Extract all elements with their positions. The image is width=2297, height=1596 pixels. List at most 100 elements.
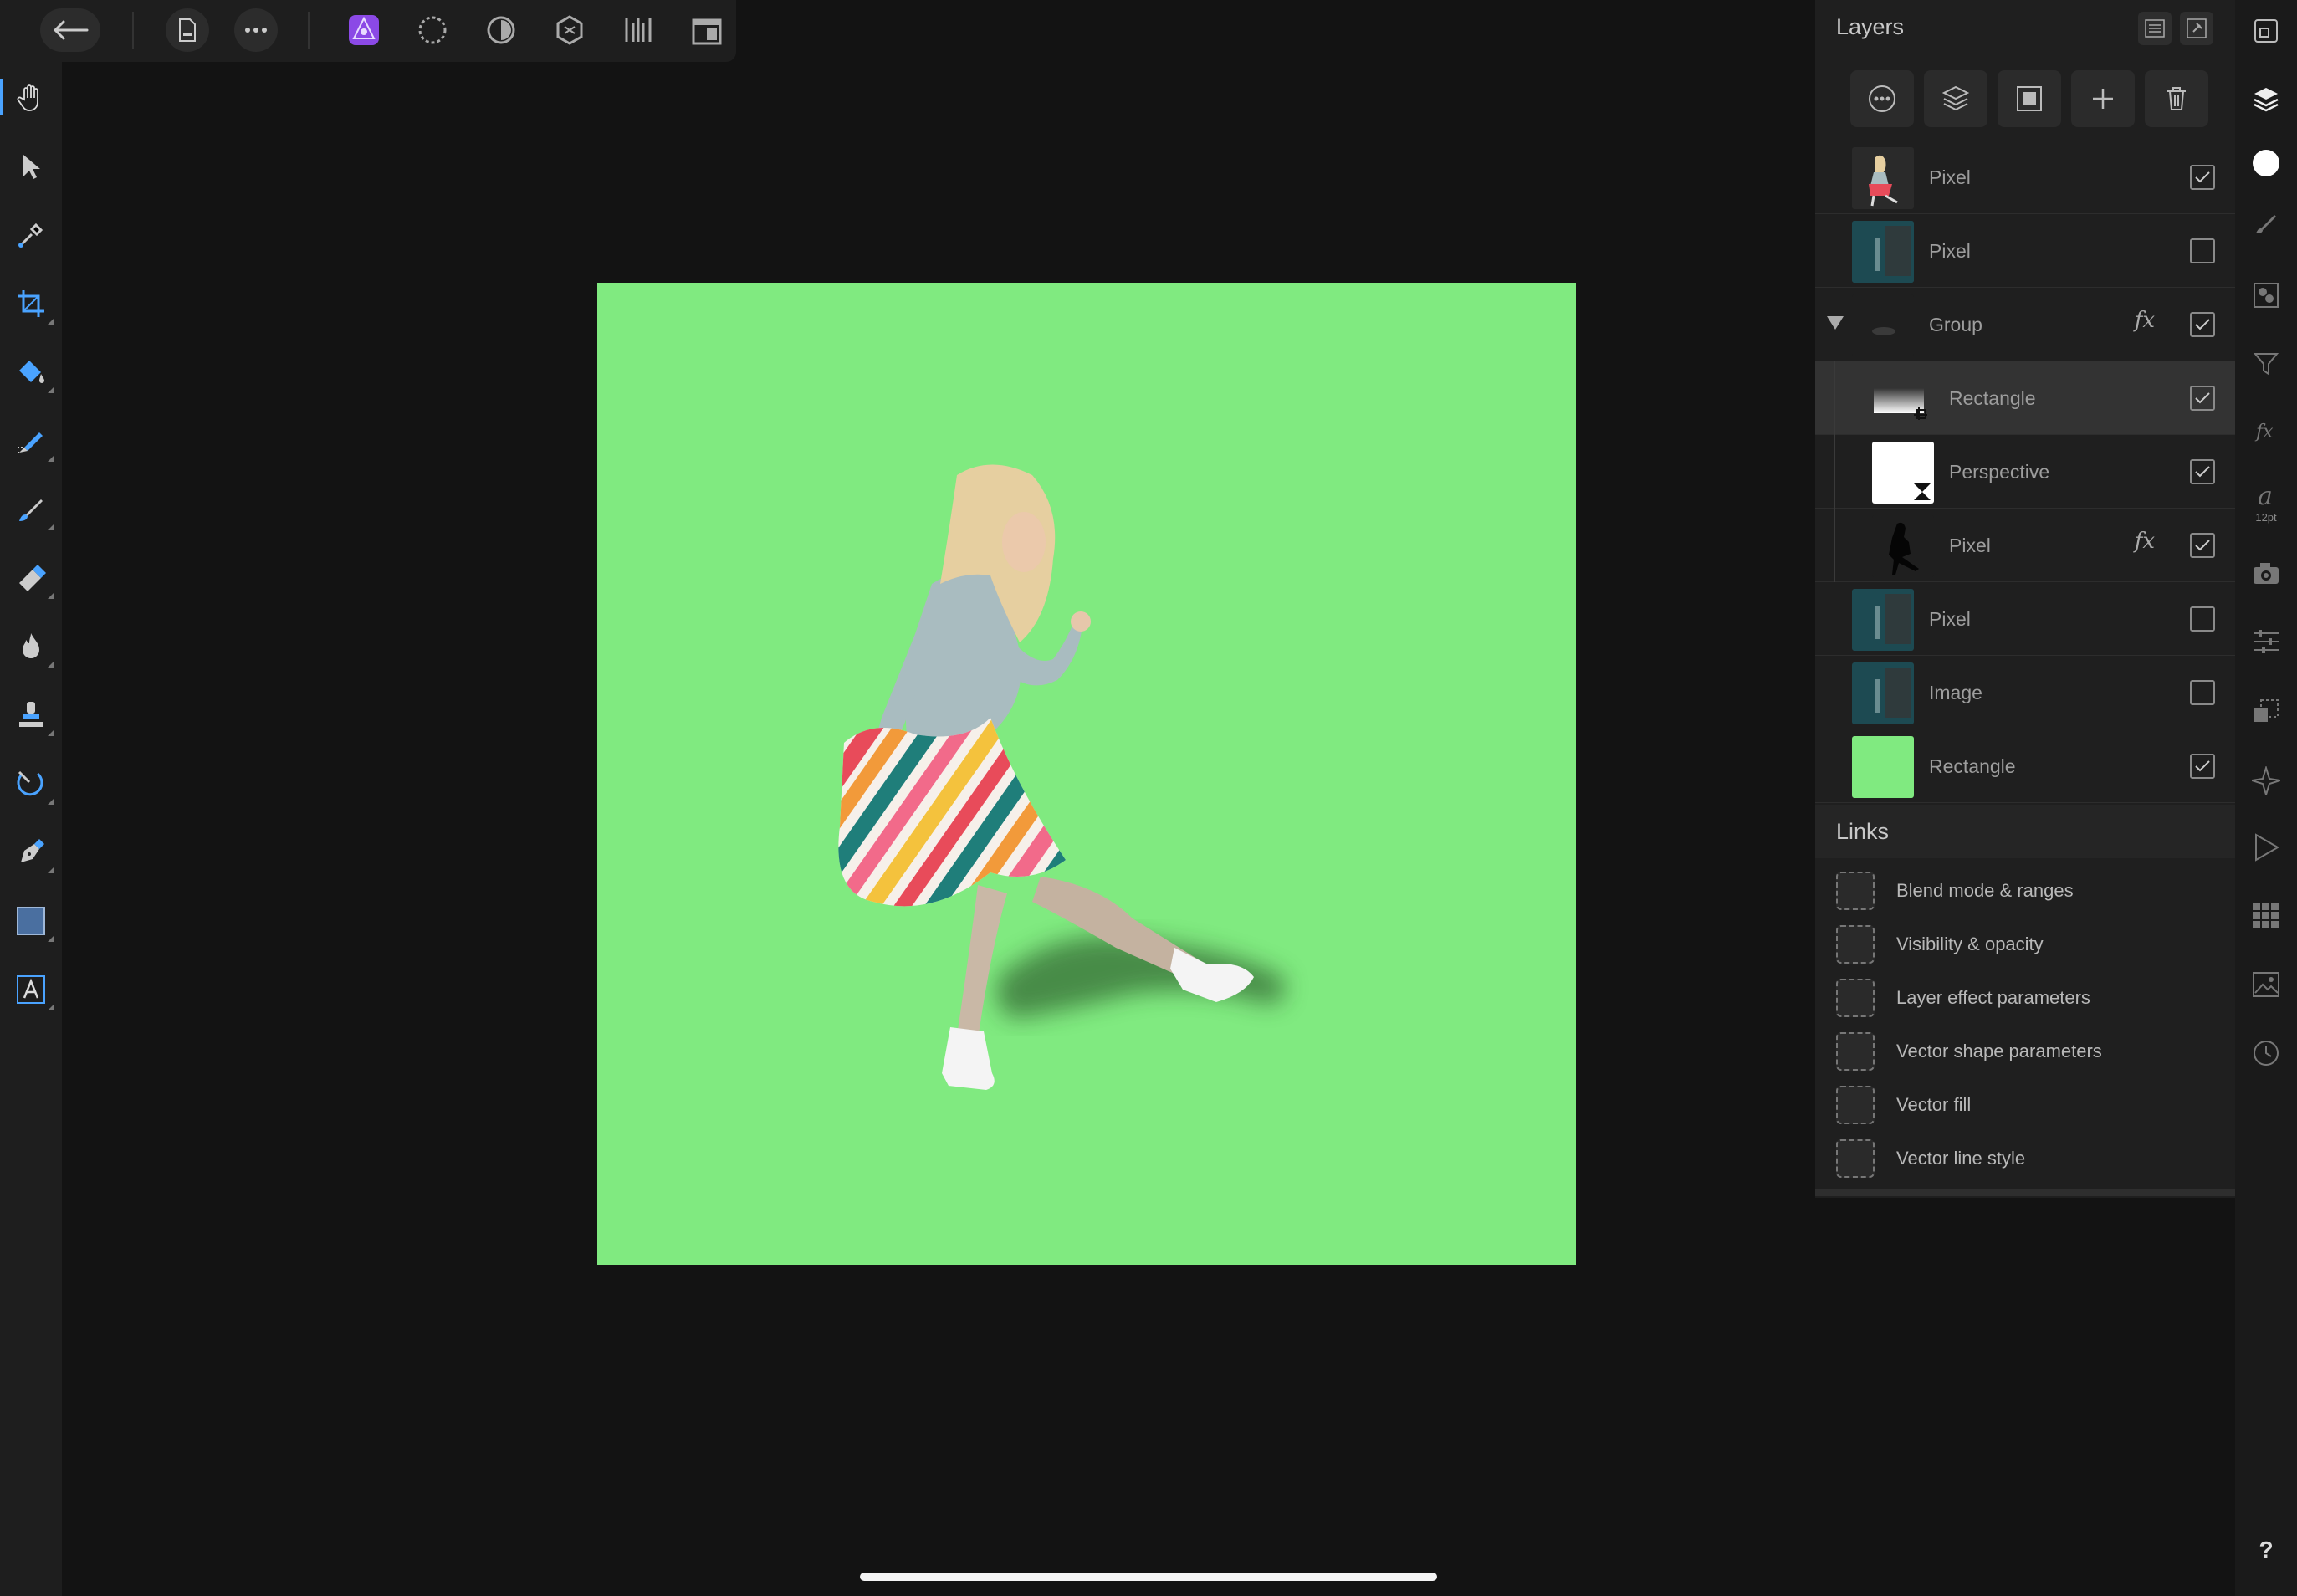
document-button[interactable] <box>166 8 209 52</box>
perspective-filter-icon <box>1914 483 1931 500</box>
layer-visibility-checkbox[interactable] <box>2190 754 2215 779</box>
view-options-button[interactable] <box>686 8 728 52</box>
link-toggle[interactable] <box>1836 925 1875 964</box>
layer-options-button[interactable] <box>1850 70 1914 127</box>
layer-visibility-checkbox[interactable] <box>2190 606 2215 632</box>
snapshots-studio-button[interactable] <box>2245 552 2287 594</box>
layer-visibility-checkbox[interactable] <box>2190 238 2215 263</box>
liquify-persona-button[interactable] <box>412 8 453 52</box>
channels-studio-button[interactable] <box>2245 274 2287 316</box>
stock-studio-button[interactable] <box>2245 964 2287 1005</box>
crop-tool[interactable] <box>10 283 54 325</box>
fx-icon[interactable]: fx <box>2135 308 2155 333</box>
swatches-studio-button[interactable] <box>2245 895 2287 937</box>
funnel-icon <box>2253 353 2279 376</box>
link-layer-effects[interactable]: Layer effect parameters <box>1836 978 2090 1018</box>
layer-name: Image <box>1929 682 1982 703</box>
layer-visibility-checkbox[interactable] <box>2190 312 2215 337</box>
layer-stack-button[interactable] <box>1924 70 1987 127</box>
tone-mapping-persona-button[interactable] <box>549 8 591 52</box>
clone-brush-tool[interactable] <box>10 694 54 736</box>
hand-tool[interactable] <box>10 77 52 119</box>
delete-layer-button[interactable] <box>2145 70 2208 127</box>
color-studio-button[interactable] <box>2245 142 2287 184</box>
rectangle-tool[interactable] <box>10 900 54 942</box>
layer-thumbnail <box>1872 368 1934 430</box>
link-toggle[interactable] <box>1836 872 1875 910</box>
adjustments-studio-button[interactable] <box>2245 621 2287 662</box>
selection-brush-tool[interactable] <box>10 420 54 462</box>
layer-name: Pixel <box>1929 166 1971 188</box>
layer-row[interactable]: Pixel <box>1815 214 2235 288</box>
back-button[interactable] <box>40 8 100 52</box>
photo-persona-button[interactable] <box>343 8 385 52</box>
mask-layer-button[interactable] <box>1998 70 2061 127</box>
pen-tool[interactable] <box>10 831 54 873</box>
move-tool[interactable] <box>10 146 52 187</box>
more-icon <box>245 28 267 33</box>
panel-menu-button[interactable] <box>2138 12 2172 45</box>
link-blend-mode[interactable]: Blend mode & ranges <box>1836 871 2074 911</box>
layer-row[interactable]: Image <box>1815 656 2235 729</box>
document-canvas[interactable] <box>597 283 1576 1265</box>
export-persona-button[interactable] <box>617 8 659 52</box>
link-toggle[interactable] <box>1836 1032 1875 1071</box>
layer-row[interactable]: Pixel <box>1815 141 2235 214</box>
color-circle-icon <box>2253 150 2279 176</box>
link-vector-line-style[interactable]: Vector line style <box>1836 1138 2025 1179</box>
layers-studio-button[interactable] <box>2245 79 2287 120</box>
disclosure-triangle-icon[interactable] <box>1827 316 1844 330</box>
macro-play-button[interactable] <box>2245 826 2287 868</box>
history-studio-button[interactable] <box>2245 1032 2287 1074</box>
dodge-burn-tool[interactable] <box>10 626 54 668</box>
filters-studio-button[interactable] <box>2245 343 2287 385</box>
crop-icon <box>18 290 44 317</box>
transform-studio-button[interactable] <box>2245 691 2287 733</box>
link-visibility-opacity[interactable]: Visibility & opacity <box>1836 924 2044 964</box>
layer-row[interactable]: Pixel fx <box>1815 509 2235 582</box>
group-child-indicator <box>1834 435 1835 509</box>
layer-row-group[interactable]: Group fx <box>1815 288 2235 361</box>
link-toggle[interactable] <box>1836 1086 1875 1124</box>
link-toggle[interactable] <box>1836 1139 1875 1178</box>
home-indicator[interactable] <box>860 1573 1437 1581</box>
add-layer-button[interactable] <box>2071 70 2135 127</box>
color-picker-tool[interactable] <box>10 214 52 256</box>
healing-brush-icon <box>17 770 43 796</box>
more-circle-icon <box>1869 85 1895 112</box>
effects-studio-button[interactable]: fx <box>2245 410 2287 452</box>
layer-thumbnail <box>1852 589 1914 651</box>
develop-persona-button[interactable] <box>480 8 522 52</box>
character-studio-button[interactable]: a 12pt <box>2245 477 2287 524</box>
layer-visibility-checkbox[interactable] <box>2190 533 2215 558</box>
panel-pin-button[interactable] <box>2180 12 2213 45</box>
brushes-studio-button[interactable] <box>2245 202 2287 244</box>
link-label: Vector line style <box>1896 1148 2026 1169</box>
erase-brush-tool[interactable] <box>10 557 54 599</box>
layer-visibility-checkbox[interactable] <box>2190 386 2215 411</box>
layer-row[interactable]: Pixel <box>1815 582 2235 656</box>
layer-visibility-checkbox[interactable] <box>2190 680 2215 705</box>
layers-stack-icon <box>2254 88 2279 112</box>
layer-row[interactable]: Rectangle <box>1815 729 2235 803</box>
paint-brush-tool[interactable] <box>10 489 54 530</box>
healing-tool[interactable] <box>10 763 54 805</box>
layer-visibility-checkbox[interactable] <box>2190 165 2215 190</box>
app-window: Layers Pixel Pixel Group fx Rectangle Pe… <box>0 0 2297 1596</box>
navigator-compass-button[interactable] <box>2245 760 2287 801</box>
fx-icon[interactable]: fx <box>2135 529 2155 554</box>
link-vector-fill[interactable]: Vector fill <box>1836 1085 1971 1125</box>
active-tool-indicator <box>0 79 3 115</box>
layer-visibility-checkbox[interactable] <box>2190 459 2215 484</box>
layer-row[interactable]: Perspective <box>1815 435 2235 509</box>
more-button[interactable] <box>234 8 278 52</box>
navigator-button[interactable] <box>2245 10 2287 52</box>
toolbar-separator <box>132 12 134 49</box>
link-vector-shape[interactable]: Vector shape parameters <box>1836 1031 2102 1072</box>
flood-fill-tool[interactable] <box>10 351 54 393</box>
layer-row[interactable]: Rectangle <box>1815 361 2235 435</box>
text-tool[interactable] <box>10 969 54 1010</box>
link-toggle[interactable] <box>1836 979 1875 1017</box>
help-button[interactable]: ? <box>2245 1529 2287 1571</box>
channels-icon <box>2254 283 2279 308</box>
